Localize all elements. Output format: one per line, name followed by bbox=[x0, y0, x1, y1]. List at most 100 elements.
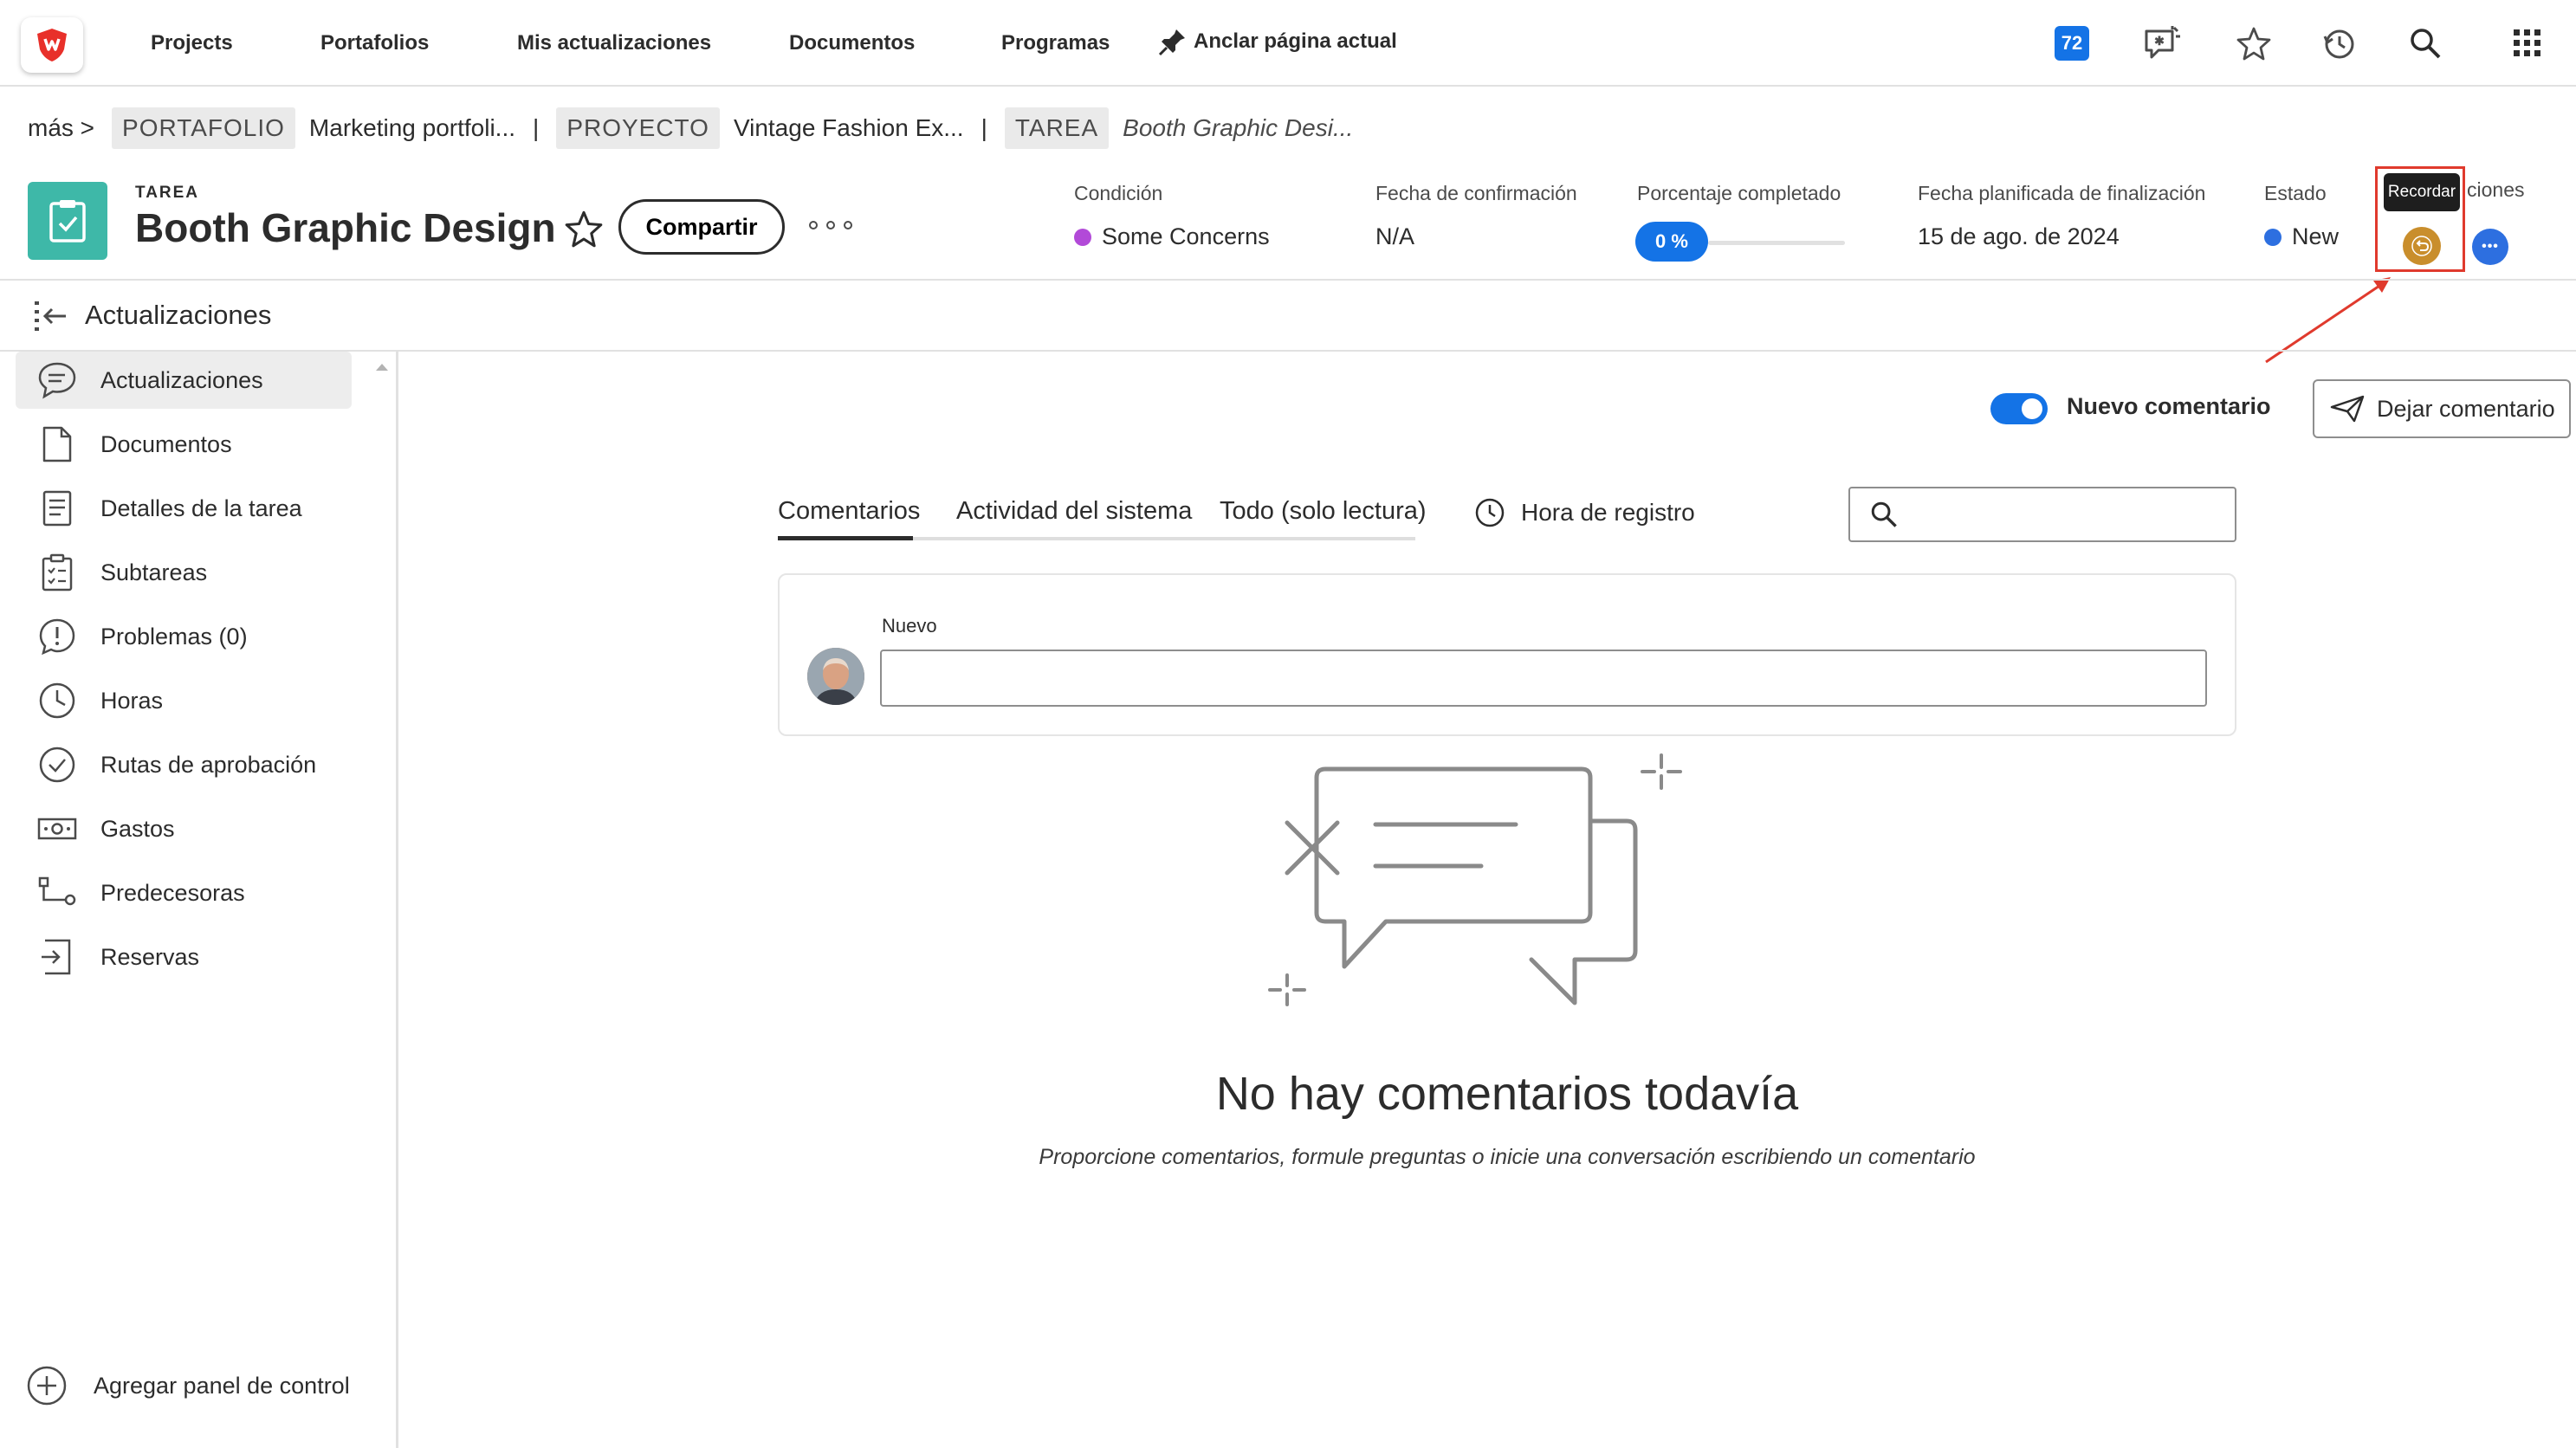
avatar bbox=[807, 648, 864, 705]
recent-history-icon[interactable] bbox=[2318, 23, 2359, 64]
time-logged-tab[interactable]: Hora de registro bbox=[1474, 497, 1695, 528]
clock-icon bbox=[29, 679, 85, 722]
panel-title: Actualizaciones bbox=[85, 300, 272, 330]
breadcrumb-portfolio-link[interactable]: Marketing portfoli... bbox=[309, 114, 515, 142]
search-icon[interactable] bbox=[2404, 23, 2446, 64]
nav-documents[interactable]: Documentos bbox=[789, 31, 915, 55]
whats-new-icon[interactable]: ✱ bbox=[2141, 23, 2183, 64]
new-comment-label: Nuevo bbox=[882, 615, 937, 637]
time-logged-label: Hora de registro bbox=[1521, 499, 1695, 526]
logo-icon bbox=[37, 29, 67, 61]
leave-comment-label: Dejar comentario bbox=[2377, 395, 2555, 422]
tab-system-activity[interactable]: Actividad del sistema bbox=[956, 497, 1192, 526]
planned-completion-value[interactable]: 15 de ago. de 2024 bbox=[1918, 223, 2120, 250]
share-button[interactable]: Compartir bbox=[618, 199, 785, 255]
favorite-star-icon[interactable] bbox=[563, 208, 605, 249]
breadcrumb-project-link[interactable]: Vintage Fashion Ex... bbox=[734, 114, 964, 142]
sidebar-item-hours[interactable]: Horas bbox=[16, 672, 352, 729]
workfront-logo[interactable] bbox=[21, 17, 83, 73]
add-dashboard-button[interactable]: Agregar panel de control bbox=[26, 1365, 350, 1406]
search-icon bbox=[1871, 501, 1897, 527]
sidebar: Actualizaciones Documentos Detalles de l… bbox=[0, 352, 398, 1448]
active-tab-indicator bbox=[778, 536, 913, 540]
nav-my-updates[interactable]: Mis actualizaciones bbox=[517, 31, 711, 55]
new-comment-card: Nuevo bbox=[778, 573, 2236, 736]
favorites-star-icon[interactable] bbox=[2233, 23, 2275, 64]
condition-dot-icon bbox=[1074, 228, 1091, 246]
breadcrumb-portfolio-tag: PORTAFOLIO bbox=[112, 107, 295, 149]
pin-page-button[interactable]: Anclar página actual bbox=[1157, 26, 1397, 57]
sidebar-item-label: Documentos bbox=[100, 430, 232, 457]
pin-page-label: Anclar página actual bbox=[1194, 29, 1397, 53]
nav-projects[interactable]: Projects bbox=[151, 31, 233, 55]
breadcrumb-more[interactable]: más > bbox=[28, 114, 94, 142]
sidebar-item-issues[interactable]: Problemas (0) bbox=[16, 608, 352, 665]
object-type-label: TAREA bbox=[135, 184, 200, 202]
status-text: New bbox=[2292, 223, 2340, 249]
notifications-badge[interactable]: 72 bbox=[2055, 26, 2089, 61]
top-navigation: Projects Portafolios Mis actualizaciones… bbox=[0, 0, 2576, 87]
details-icon bbox=[29, 487, 85, 530]
recall-button[interactable] bbox=[2403, 227, 2441, 265]
sidebar-item-label: Actualizaciones bbox=[100, 366, 263, 393]
status-label: Estado bbox=[2264, 182, 2327, 204]
comment-search-input[interactable] bbox=[1848, 487, 2236, 542]
breadcrumb: más > PORTAFOLIO Marketing portfoli... |… bbox=[28, 106, 1353, 151]
sidebar-item-label: Gastos bbox=[100, 815, 175, 842]
breadcrumb-project-tag: PROYECTO bbox=[556, 107, 720, 149]
collapse-panel-icon[interactable] bbox=[33, 300, 71, 333]
subtasks-icon bbox=[29, 551, 85, 594]
actions-label: ciones bbox=[2467, 178, 2525, 201]
pin-icon bbox=[1158, 29, 1185, 56]
issue-icon bbox=[29, 615, 85, 658]
clock-icon bbox=[1475, 498, 1505, 527]
sidebar-item-label: Rutas de aprobación bbox=[100, 751, 317, 778]
empty-state-title: No hay comentarios todavía bbox=[1215, 1068, 1799, 1120]
breadcrumb-separator: | bbox=[981, 114, 987, 141]
sidebar-item-expenses[interactable]: Gastos bbox=[16, 800, 352, 857]
sidebar-item-label: Problemas (0) bbox=[100, 623, 248, 650]
commit-date-value[interactable]: N/A bbox=[1375, 223, 1414, 250]
condition-label: Condición bbox=[1074, 182, 1163, 204]
scroll-up-icon[interactable] bbox=[376, 364, 388, 371]
sidebar-item-predecessors[interactable]: Predecesoras bbox=[16, 864, 352, 921]
sidebar-item-subtasks[interactable]: Subtareas bbox=[16, 544, 352, 601]
send-icon bbox=[2330, 395, 2365, 423]
sidebar-item-documents[interactable]: Documentos bbox=[16, 416, 352, 473]
status-value[interactable]: New bbox=[2264, 223, 2339, 250]
tab-all-readonly[interactable]: Todo (solo lectura) bbox=[1220, 497, 1427, 526]
new-comment-toggle-label: Nuevo comentario bbox=[2067, 393, 2271, 419]
sidebar-item-label: Predecesoras bbox=[100, 879, 245, 906]
condition-value[interactable]: Some Concerns bbox=[1074, 223, 1270, 250]
nav-portfolios[interactable]: Portafolios bbox=[320, 31, 429, 55]
percent-complete-value[interactable]: 0 % bbox=[1635, 222, 1708, 262]
tab-comments[interactable]: Comentarios bbox=[778, 497, 920, 526]
actions-more-button[interactable]: ••• bbox=[2472, 229, 2508, 265]
page-title[interactable]: Booth Graphic Design bbox=[135, 204, 556, 251]
document-icon bbox=[29, 423, 85, 466]
more-options-icon[interactable] bbox=[809, 215, 852, 236]
task-type-icon bbox=[28, 182, 107, 260]
money-icon bbox=[29, 807, 85, 850]
recall-arrow-icon bbox=[2411, 236, 2432, 256]
sidebar-item-task-details[interactable]: Detalles de la tarea bbox=[16, 480, 352, 537]
sidebar-item-label: Subtareas bbox=[100, 559, 208, 585]
svg-text:✱: ✱ bbox=[2154, 34, 2165, 48]
recall-tooltip: Recordar bbox=[2384, 173, 2460, 211]
leave-comment-button[interactable]: Dejar comentario bbox=[2313, 379, 2571, 438]
sidebar-item-approvals[interactable]: Rutas de aprobación bbox=[16, 736, 352, 793]
sidebar-item-reservations[interactable]: Reservas bbox=[16, 928, 352, 986]
chat-bubble-icon bbox=[29, 359, 85, 402]
empty-state-subtitle: Proporcione comentarios, formule pregunt… bbox=[1039, 1145, 1976, 1169]
new-comment-toggle[interactable] bbox=[1990, 393, 2048, 424]
status-dot-icon bbox=[2264, 228, 2282, 246]
sidebar-item-label: Reservas bbox=[100, 943, 200, 970]
condition-text: Some Concerns bbox=[1102, 223, 1270, 249]
sidebar-item-updates[interactable]: Actualizaciones bbox=[16, 352, 352, 409]
breadcrumb-task-current: Booth Graphic Desi... bbox=[1123, 114, 1354, 141]
comment-input[interactable] bbox=[880, 650, 2207, 707]
planned-completion-label: Fecha planificada de finalización bbox=[1918, 182, 2206, 204]
app-grid-icon[interactable] bbox=[2507, 23, 2548, 64]
sidebar-item-label: Horas bbox=[100, 687, 164, 714]
nav-programs[interactable]: Programas bbox=[1001, 31, 1110, 55]
